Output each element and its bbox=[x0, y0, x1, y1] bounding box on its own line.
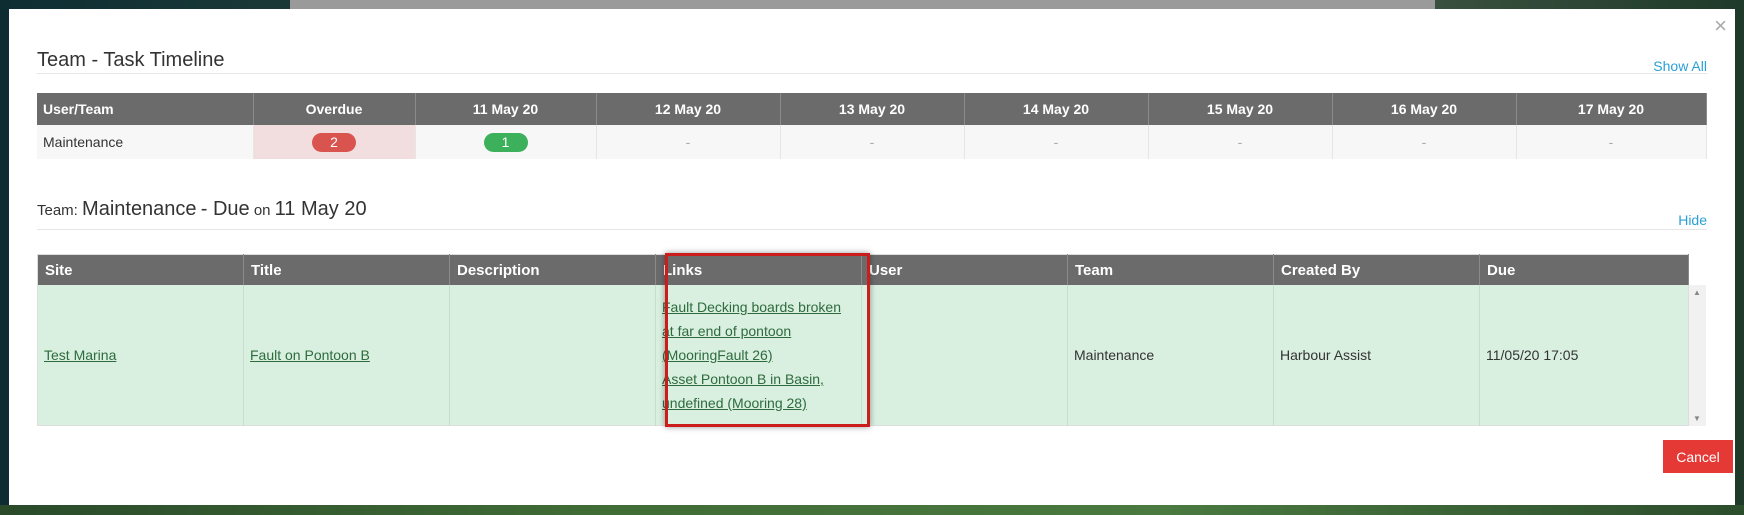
close-icon[interactable]: × bbox=[1714, 15, 1727, 37]
day-cell-empty: - bbox=[964, 125, 1149, 159]
scroll-down-icon[interactable]: ▼ bbox=[1693, 414, 1701, 423]
col-header-day: 16 May 20 bbox=[1332, 93, 1517, 125]
col-header-day: 15 May 20 bbox=[1148, 93, 1333, 125]
task-timeline-modal: × Team - Task Timeline Show All User/Tea… bbox=[9, 9, 1735, 505]
col-header-day: 17 May 20 bbox=[1516, 93, 1707, 125]
timeline-header-row: User/Team Overdue 11 May 20 12 May 20 13… bbox=[37, 93, 1707, 125]
row-user-team: Maintenance bbox=[37, 125, 254, 159]
detail-header-row: Site Title Description Links User Team C… bbox=[37, 254, 1689, 285]
cancel-button[interactable]: Cancel bbox=[1663, 440, 1733, 473]
col-header-title: Title bbox=[243, 254, 450, 285]
timeline-row: Maintenance 2 1 - - - - - - bbox=[37, 125, 1707, 159]
detail-title-due: - Due bbox=[200, 198, 250, 220]
timeline-table: User/Team Overdue 11 May 20 12 May 20 13… bbox=[37, 93, 1707, 159]
title-link[interactable]: Fault on Pontoon B bbox=[250, 347, 370, 363]
col-header-day: 11 May 20 bbox=[415, 93, 597, 125]
col-header-user: User bbox=[861, 254, 1068, 285]
team-cell: Maintenance bbox=[1067, 285, 1274, 426]
day-cell-empty: - bbox=[780, 125, 965, 159]
day-count-badge[interactable]: 1 bbox=[483, 132, 528, 152]
detail-title-on: on bbox=[253, 202, 271, 219]
created-by-cell: Harbour Assist bbox=[1273, 285, 1480, 426]
site-link[interactable]: Test Marina bbox=[44, 347, 116, 363]
detail-title: Team: Maintenance - Due on 11 May 20 bbox=[37, 198, 367, 220]
col-header-user-team: User/Team bbox=[37, 93, 254, 125]
day-cell-empty: - bbox=[1516, 125, 1707, 159]
title-cell: Fault on Pontoon B bbox=[243, 285, 450, 426]
timeline-header: Team - Task Timeline Show All bbox=[37, 49, 1707, 74]
backdrop-bottom bbox=[0, 505, 1744, 515]
site-cell: Test Marina bbox=[37, 285, 244, 426]
due-cell: 11/05/20 17:05 bbox=[1479, 285, 1689, 426]
hide-link[interactable]: Hide bbox=[1678, 212, 1707, 228]
day-cell-empty: - bbox=[596, 125, 781, 159]
scroll-up-icon[interactable]: ▲ bbox=[1693, 288, 1701, 297]
col-header-links: Links bbox=[655, 254, 862, 285]
day-cell: 1 bbox=[415, 125, 597, 159]
col-header-created-by: Created By bbox=[1273, 254, 1480, 285]
detail-header: Team: Maintenance - Due on 11 May 20 Hid… bbox=[37, 198, 1707, 230]
show-all-link[interactable]: Show All bbox=[1653, 58, 1707, 74]
overdue-cell: 2 bbox=[253, 125, 416, 159]
col-header-due: Due bbox=[1479, 254, 1689, 285]
col-header-day: 12 May 20 bbox=[596, 93, 781, 125]
col-header-overdue: Overdue bbox=[253, 93, 416, 125]
description-cell bbox=[449, 285, 656, 426]
col-header-description: Description bbox=[449, 254, 656, 285]
fault-link[interactable]: Fault Decking boards broken at far end o… bbox=[662, 299, 841, 363]
detail-team-name: Maintenance bbox=[82, 198, 197, 220]
user-cell bbox=[861, 285, 1068, 426]
table-scrollbar[interactable]: ▲ ▼ bbox=[1688, 285, 1706, 426]
asset-link[interactable]: Asset Pontoon B in Basin, undefined (Moo… bbox=[662, 371, 824, 411]
table-row: Test Marina Fault on Pontoon B Fault Dec… bbox=[37, 285, 1689, 426]
col-header-day: 13 May 20 bbox=[780, 93, 965, 125]
task-detail-table: Site Title Description Links User Team C… bbox=[37, 254, 1689, 426]
detail-date: 11 May 20 bbox=[274, 198, 367, 220]
detail-title-prefix: Team: bbox=[37, 202, 78, 219]
col-header-team: Team bbox=[1067, 254, 1274, 285]
col-header-day: 14 May 20 bbox=[964, 93, 1149, 125]
day-cell-empty: - bbox=[1148, 125, 1333, 159]
links-cell: Fault Decking boards broken at far end o… bbox=[655, 285, 862, 426]
page-title: Team - Task Timeline bbox=[37, 49, 225, 71]
col-header-site: Site bbox=[37, 254, 244, 285]
overdue-count-badge[interactable]: 2 bbox=[312, 132, 356, 152]
day-cell-empty: - bbox=[1332, 125, 1517, 159]
